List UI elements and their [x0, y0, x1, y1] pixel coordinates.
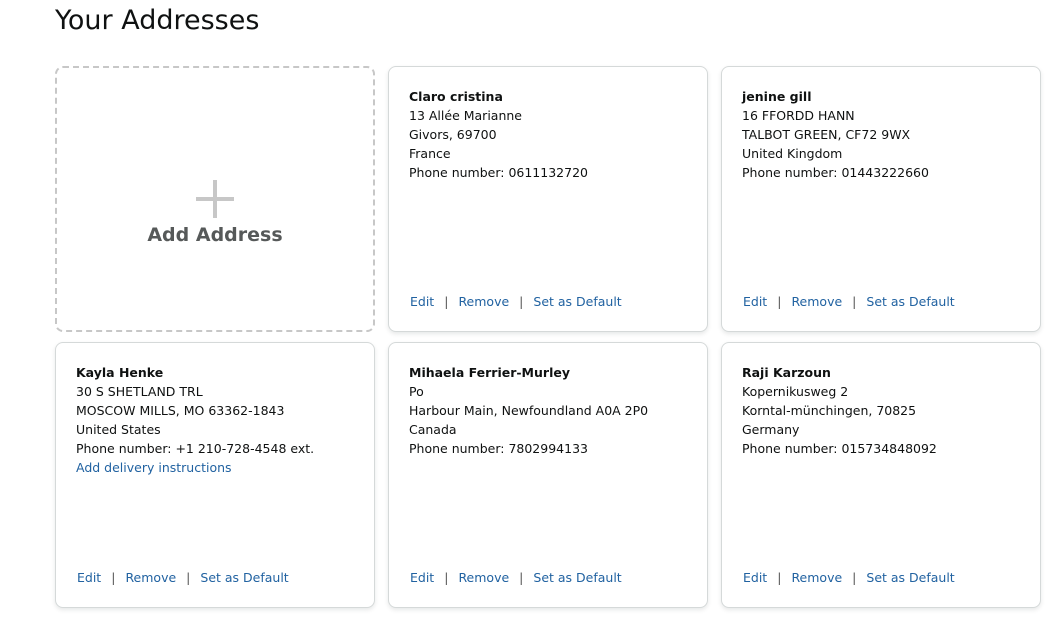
address-card: Claro cristina 13 Allée Marianne Givors,…	[388, 66, 708, 332]
address-name: Claro cristina	[409, 89, 503, 104]
address-line1: 16 FFORDD HANN	[742, 108, 855, 123]
add-address-button[interactable]: Add Address	[55, 66, 375, 332]
address-country: United Kingdom	[742, 146, 843, 161]
address-name: Raji Karzoun	[742, 365, 831, 380]
address-block: jenine gill 16 FFORDD HANN TALBOT GREEN,…	[742, 87, 1030, 182]
action-separator: |	[519, 294, 524, 309]
address-actions: Edit | Remove | Set as Default	[410, 568, 622, 587]
remove-link[interactable]: Remove	[791, 294, 842, 309]
add-delivery-instructions-link[interactable]: Add delivery instructions	[76, 458, 364, 477]
remove-link[interactable]: Remove	[458, 294, 509, 309]
remove-link[interactable]: Remove	[458, 570, 509, 585]
address-card: Mihaela Ferrier-Murley Po Harbour Main, …	[388, 342, 708, 608]
address-actions: Edit | Remove | Set as Default	[410, 292, 622, 311]
address-phone: Phone number: 01443222660	[742, 165, 929, 180]
address-line2: Harbour Main, Newfoundland A0A 2P0	[409, 403, 649, 418]
address-card: Raji Karzoun Kopernikusweg 2 Korntal-mün…	[721, 342, 1041, 608]
address-actions: Edit | Remove | Set as Default	[77, 568, 289, 587]
edit-link[interactable]: Edit	[410, 570, 434, 585]
address-phone: Phone number: 0611132720	[409, 165, 588, 180]
address-country: Canada	[409, 422, 457, 437]
action-separator: |	[519, 570, 524, 585]
address-line1: 30 S SHETLAND TRL	[76, 384, 203, 399]
set-default-link[interactable]: Set as Default	[866, 294, 954, 309]
action-separator: |	[852, 294, 857, 309]
set-default-link[interactable]: Set as Default	[200, 570, 288, 585]
address-country: Germany	[742, 422, 800, 437]
address-name: Kayla Henke	[76, 365, 164, 380]
address-phone: Phone number: 7802994133	[409, 441, 588, 456]
action-separator: |	[852, 570, 857, 585]
edit-link[interactable]: Edit	[410, 294, 434, 309]
set-default-link[interactable]: Set as Default	[533, 570, 621, 585]
address-line1: Kopernikusweg 2	[742, 384, 849, 399]
address-block: Kayla Henke 30 S SHETLAND TRL MOSCOW MIL…	[76, 363, 364, 477]
action-separator: |	[444, 294, 449, 309]
address-block: Raji Karzoun Kopernikusweg 2 Korntal-mün…	[742, 363, 1030, 458]
address-line2: TALBOT GREEN, CF72 9WX	[742, 127, 911, 142]
set-default-link[interactable]: Set as Default	[866, 570, 954, 585]
address-grid: Add Address Claro cristina 13 Allée Mari…	[55, 66, 1041, 608]
action-separator: |	[777, 570, 782, 585]
address-card: jenine gill 16 FFORDD HANN TALBOT GREEN,…	[721, 66, 1041, 332]
address-country: France	[409, 146, 451, 161]
address-name: Mihaela Ferrier-Murley	[409, 365, 570, 380]
add-address-label: Add Address	[147, 224, 283, 246]
edit-link[interactable]: Edit	[743, 570, 767, 585]
addresses-page: Your Addresses Add Address Claro cristin…	[0, 0, 1056, 623]
address-actions: Edit | Remove | Set as Default	[743, 292, 955, 311]
address-line1: Po	[409, 384, 424, 399]
address-line1: 13 Allée Marianne	[409, 108, 522, 123]
action-separator: |	[777, 294, 782, 309]
action-separator: |	[111, 570, 116, 585]
address-block: Mihaela Ferrier-Murley Po Harbour Main, …	[409, 363, 697, 458]
page-title: Your Addresses	[55, 5, 260, 36]
edit-link[interactable]: Edit	[77, 570, 101, 585]
action-separator: |	[444, 570, 449, 585]
address-card: Kayla Henke 30 S SHETLAND TRL MOSCOW MIL…	[55, 342, 375, 608]
address-phone: Phone number: 015734848092	[742, 441, 937, 456]
edit-link[interactable]: Edit	[743, 294, 767, 309]
address-phone: Phone number: +1 210-728-4548 ext.	[76, 441, 315, 456]
address-country: United States	[76, 422, 161, 437]
address-line2: MOSCOW MILLS, MO 63362-1843	[76, 403, 285, 418]
plus-icon	[196, 180, 234, 218]
action-separator: |	[186, 570, 191, 585]
address-name: jenine gill	[742, 89, 812, 104]
address-line2: Korntal-münchingen, 70825	[742, 403, 917, 418]
set-default-link[interactable]: Set as Default	[533, 294, 621, 309]
address-line2: Givors, 69700	[409, 127, 497, 142]
remove-link[interactable]: Remove	[125, 570, 176, 585]
address-actions: Edit | Remove | Set as Default	[743, 568, 955, 587]
remove-link[interactable]: Remove	[791, 570, 842, 585]
address-block: Claro cristina 13 Allée Marianne Givors,…	[409, 87, 697, 182]
